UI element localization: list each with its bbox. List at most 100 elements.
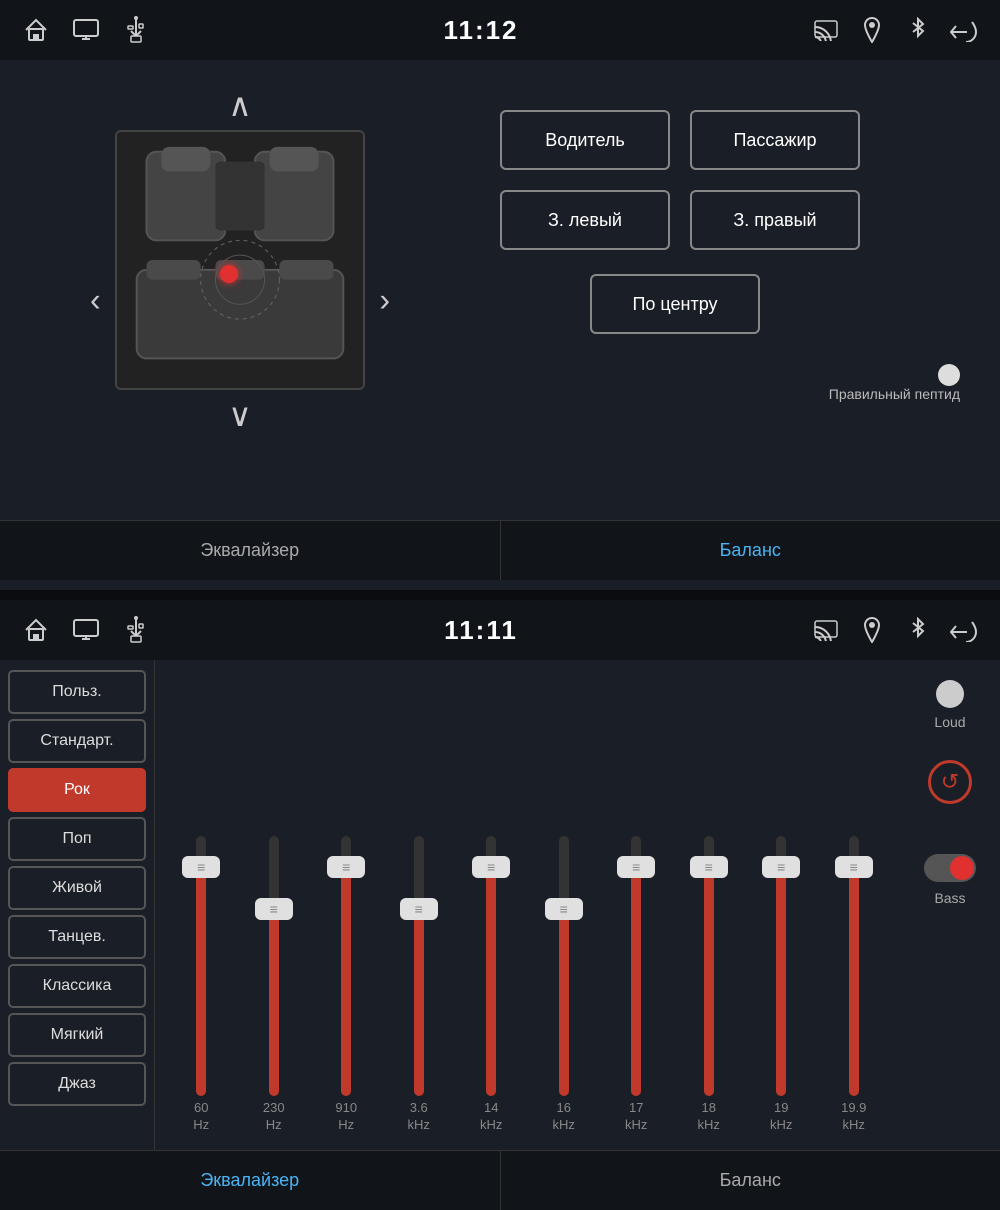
slider-thumb-8[interactable] [762,856,800,878]
slider-track-5[interactable] [559,836,569,1096]
slider-track-7[interactable] [704,836,714,1096]
back-icon[interactable] [948,14,980,46]
slider-col-2 [312,836,380,1096]
bottom-cast-icon[interactable] [810,614,842,646]
loud-control: Loud [934,680,965,730]
slider-thumb-1[interactable] [255,898,293,920]
slider-track-0[interactable] [196,836,206,1096]
preset-btn-zhivoy[interactable]: Живой [8,866,146,910]
bottom-home-icon[interactable] [20,614,52,646]
slider-col-6 [602,836,670,1096]
preset-btn-pop[interactable]: Поп [8,817,146,861]
slider-thumb-5[interactable] [545,898,583,920]
balance-content: ∧ ‹ [0,60,1000,520]
top-tab-bar: Эквалайзер Баланс [0,520,1000,580]
freq-label-5: 16kHz [530,1100,598,1134]
slider-track-1[interactable] [269,836,279,1096]
monitor-icon[interactable] [70,14,102,46]
rear-left-seat-btn[interactable]: З. левый [500,190,670,250]
tab-equalizer-top[interactable]: Эквалайзер [0,521,501,580]
slider-thumb-3[interactable] [400,898,438,920]
freq-label-1: 230Hz [240,1100,308,1134]
freq-label-9: 19.9kHz [820,1100,888,1134]
arrow-up-btn[interactable]: ∧ [208,80,271,130]
slider-col-9 [820,836,888,1096]
slider-track-8[interactable] [776,836,786,1096]
eq-sliders-area: 60Hz230Hz910Hz3.6kHz14kHz16kHz17kHz18kHz… [155,660,900,1150]
freq-label-7: 18kHz [675,1100,743,1134]
slider-fill-6 [631,867,641,1096]
usb-icon[interactable] [120,14,152,46]
rear-right-seat-btn[interactable]: З. правый [690,190,860,250]
right-indicator: Правильный пептид [829,364,1000,402]
freq-label-3: 3.6kHz [385,1100,453,1134]
eq-body: Польз. Стандарт. Рок Поп Живой Танцев. Классик… [0,660,1000,1150]
loud-toggle[interactable] [936,680,964,708]
bottom-back-icon[interactable] [948,614,980,646]
preset-btn-standar[interactable]: Стандарт. [8,719,146,763]
preset-btn-polz[interactable]: Польз. [8,670,146,714]
top-status-right [810,14,980,46]
slider-thumb-9[interactable] [835,856,873,878]
tab-balance-top[interactable]: Баланс [501,521,1000,580]
sliders-container [155,670,900,1096]
preset-btn-tancev[interactable]: Танцев. [8,915,146,959]
slider-thumb-4[interactable] [472,856,510,878]
freq-label-8: 19kHz [747,1100,815,1134]
bass-toggle[interactable] [924,854,976,882]
slider-track-3[interactable] [414,836,424,1096]
slider-thumb-7[interactable] [690,856,728,878]
seat-row-front: Водитель Пассажир [500,110,860,170]
slider-fill-4 [486,867,496,1096]
slider-col-4 [457,836,525,1096]
bass-control: Bass [924,854,976,906]
slider-col-1 [240,836,308,1096]
bottom-location-icon[interactable] [856,614,888,646]
freq-labels-row: 60Hz230Hz910Hz3.6kHz14kHz16kHz17kHz18kHz… [155,1096,900,1140]
freq-label-2: 910Hz [312,1100,380,1134]
slider-col-8 [747,836,815,1096]
bluetooth-icon[interactable] [902,14,934,46]
indicator-label: Правильный пептид [829,386,960,402]
cast-icon[interactable] [810,14,842,46]
arrow-down-btn[interactable]: ∨ [208,390,271,440]
slider-col-3 [385,836,453,1096]
top-status-bar: 11:12 [0,0,1000,60]
preset-btn-klassika[interactable]: Классика [8,964,146,1008]
center-seat-row: По центру [590,270,760,334]
slider-track-2[interactable] [341,836,351,1096]
preset-btn-dzhaz[interactable]: Джаз [8,1062,146,1106]
slider-thumb-6[interactable] [617,856,655,878]
slider-track-4[interactable] [486,836,496,1096]
preset-btn-myagkiy[interactable]: Мягкий [8,1013,146,1057]
slider-thumb-0[interactable] [182,856,220,878]
panel-divider [0,590,1000,600]
slider-fill-2 [341,867,351,1096]
bottom-panel: 11:11 [0,600,1000,1191]
bottom-monitor-icon[interactable] [70,614,102,646]
passenger-seat-btn[interactable]: Пассажир [690,110,860,170]
bottom-usb-icon[interactable] [120,614,152,646]
arrow-left-btn[interactable]: ‹ [80,272,111,329]
reset-btn[interactable]: ↺ [928,760,972,804]
top-time: 11:12 [443,15,518,46]
slider-track-6[interactable] [631,836,641,1096]
freq-label-4: 14kHz [457,1100,525,1134]
slider-fill-0 [196,867,206,1096]
arrow-right-btn[interactable]: › [369,272,400,329]
bottom-bluetooth-icon[interactable] [902,614,934,646]
slider-thumb-2[interactable] [327,856,365,878]
loud-label: Loud [934,714,965,730]
indicator-dot [938,364,960,386]
slider-fill-1 [269,909,279,1096]
driver-seat-btn[interactable]: Водитель [500,110,670,170]
slider-col-7 [675,836,743,1096]
preset-btn-rok[interactable]: Рок [8,768,146,812]
bottom-status-left [20,614,152,646]
seat-row-rear: З. левый З. правый [500,190,860,250]
slider-track-9[interactable] [849,836,859,1096]
location-icon[interactable] [856,14,888,46]
top-status-left [20,14,152,46]
home-icon[interactable] [20,14,52,46]
center-seat-btn[interactable]: По центру [590,274,760,334]
